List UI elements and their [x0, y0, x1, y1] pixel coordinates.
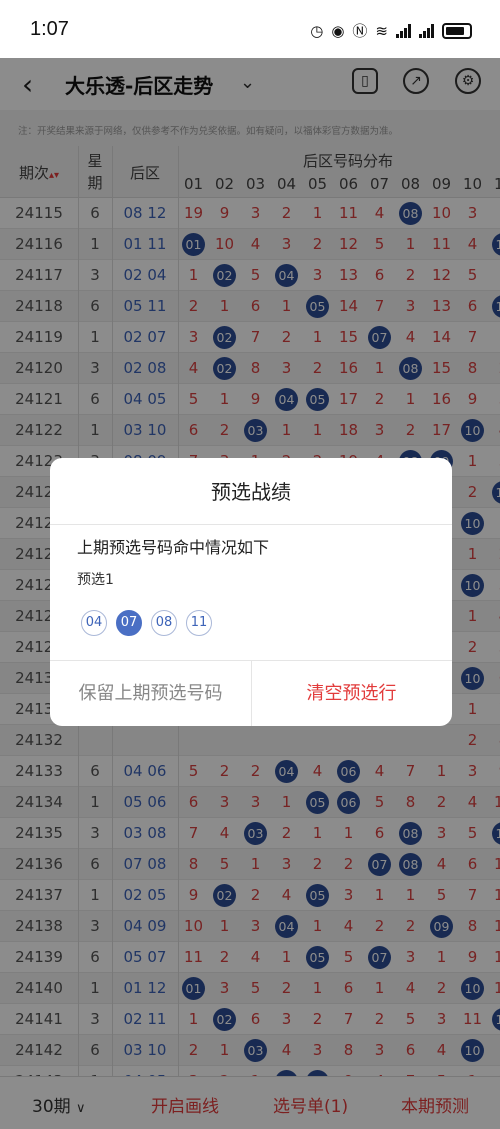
- preselect-ball: 08: [151, 610, 177, 636]
- divider: [50, 524, 452, 525]
- preselect-ball: 04: [81, 610, 107, 636]
- wifi-icon: ≋: [375, 21, 388, 40]
- signal-icon-2: [419, 23, 434, 38]
- clear-preselect-button[interactable]: 清空预选行: [251, 661, 452, 726]
- alarm-icon: ◷: [310, 21, 324, 40]
- status-bar: 1:07 ◷ ◉ Ⓝ ≋: [0, 0, 500, 58]
- status-icons: ◷ ◉ Ⓝ ≋: [310, 20, 472, 41]
- signal-icon: [396, 23, 411, 38]
- preselect-ball: 11: [186, 610, 212, 636]
- nfc-icon: Ⓝ: [352, 22, 368, 40]
- preselect-ball-hit: 07: [116, 610, 142, 636]
- preselect-record-dialog: 预选战绩 上期预选号码命中情况如下 预选1 04 07 08 11 保留上期预选号码 …: [50, 458, 452, 726]
- keep-preselect-button[interactable]: 保留上期预选号码: [50, 661, 251, 726]
- dialog-subtitle: 上期预选号码命中情况如下: [77, 538, 270, 557]
- preset-label: 预选1: [77, 572, 114, 588]
- battery-icon: [442, 22, 472, 39]
- status-time: 1:07: [30, 18, 69, 40]
- eye-icon: ◉: [331, 21, 345, 40]
- dialog-title: 预选战绩: [211, 480, 291, 504]
